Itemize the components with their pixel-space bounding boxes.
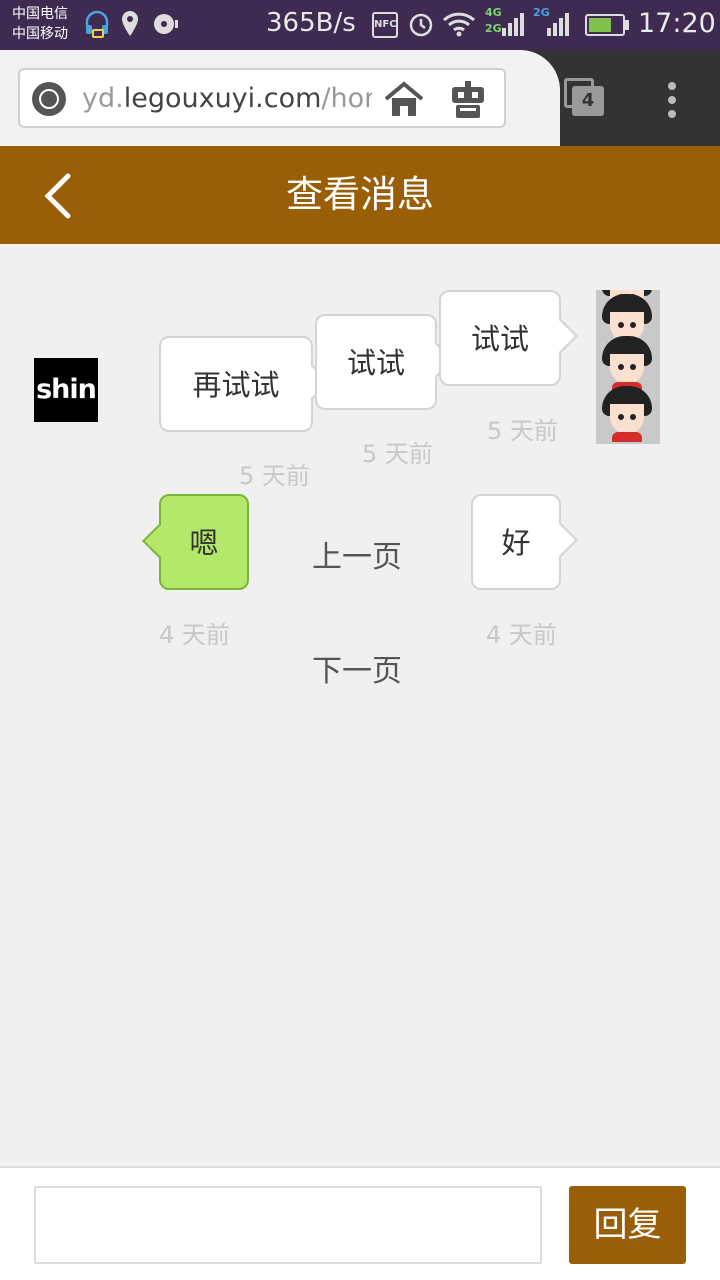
reply-button[interactable]: 回复 — [569, 1186, 686, 1264]
battery-icon — [585, 14, 625, 36]
home-icon[interactable] — [383, 80, 425, 120]
alarm-icon — [408, 10, 434, 44]
message-list: shin 再试试 5 天前 试试 5 天前 试试 5 天前 嗯 4 天前 好 4… — [0, 244, 720, 1166]
media-icon — [152, 10, 180, 44]
avatar-other[interactable]: shin — [34, 358, 98, 422]
message-text: 试试 — [346, 346, 405, 380]
message-text: 再试试 — [192, 368, 280, 402]
browser-tab-area: yd.legouxuyi.com/hom — [0, 50, 560, 146]
message-bubble: 试试 — [439, 290, 561, 386]
network-speed: 365B/s — [266, 8, 356, 38]
prev-page-link[interactable]: 上一页 — [312, 532, 402, 576]
status-bar: 中国电信 中国移动 365B/s NFC 4G 2G 2G 17:20 — [0, 0, 720, 50]
carrier-labels: 中国电信 中国移动 — [12, 4, 68, 44]
message-bubble: 再试试 — [159, 336, 313, 432]
battery-tip — [625, 20, 629, 30]
robot-icon[interactable] — [448, 80, 488, 120]
globe-icon — [32, 82, 66, 116]
url-prefix: yd. — [82, 83, 124, 114]
signal-icon-2 — [545, 10, 573, 44]
carrier-1: 中国电信 — [12, 6, 68, 22]
message-bubble: 好 — [471, 494, 561, 590]
location-icon — [120, 10, 140, 44]
message-time: 5 天前 — [362, 440, 433, 468]
message-bubble: 试试 — [315, 314, 437, 410]
message-bubble: 嗯 — [159, 494, 249, 590]
message-text: 试试 — [470, 322, 529, 356]
headset-icon — [84, 10, 110, 44]
avatar-self[interactable] — [596, 290, 660, 444]
page-title: 查看消息 — [286, 173, 434, 216]
address-bar[interactable]: yd.legouxuyi.com/hom — [18, 68, 506, 128]
back-arrow-icon[interactable] — [38, 168, 88, 224]
reply-input[interactable] — [34, 1186, 542, 1264]
nfc-icon: NFC — [372, 12, 398, 38]
tabs-button[interactable]: 4 — [572, 86, 604, 116]
message-text: 好 — [501, 526, 531, 560]
overflow-menu-icon[interactable] — [664, 82, 680, 118]
app-header: 查看消息 — [0, 146, 720, 244]
carrier-2: 中国移动 — [12, 26, 68, 42]
wifi-icon — [442, 10, 476, 44]
signal-icon-1 — [500, 10, 526, 44]
url-text[interactable]: yd.legouxuyi.com/hom — [82, 83, 372, 114]
message-time: 4 天前 — [486, 621, 557, 649]
url-suffix: /hom — [321, 83, 372, 114]
message-text: 嗯 — [189, 526, 219, 560]
clock: 17:20 — [638, 8, 716, 39]
message-time: 4 天前 — [159, 621, 230, 649]
message-time: 5 天前 — [239, 462, 310, 490]
browser-toolbar: yd.legouxuyi.com/hom 4 — [0, 50, 720, 146]
message-time: 5 天前 — [487, 417, 558, 445]
next-page-link[interactable]: 下一页 — [312, 646, 402, 690]
url-domain: legouxuyi.com — [123, 83, 322, 114]
reply-bar: 回复 — [0, 1166, 720, 1280]
